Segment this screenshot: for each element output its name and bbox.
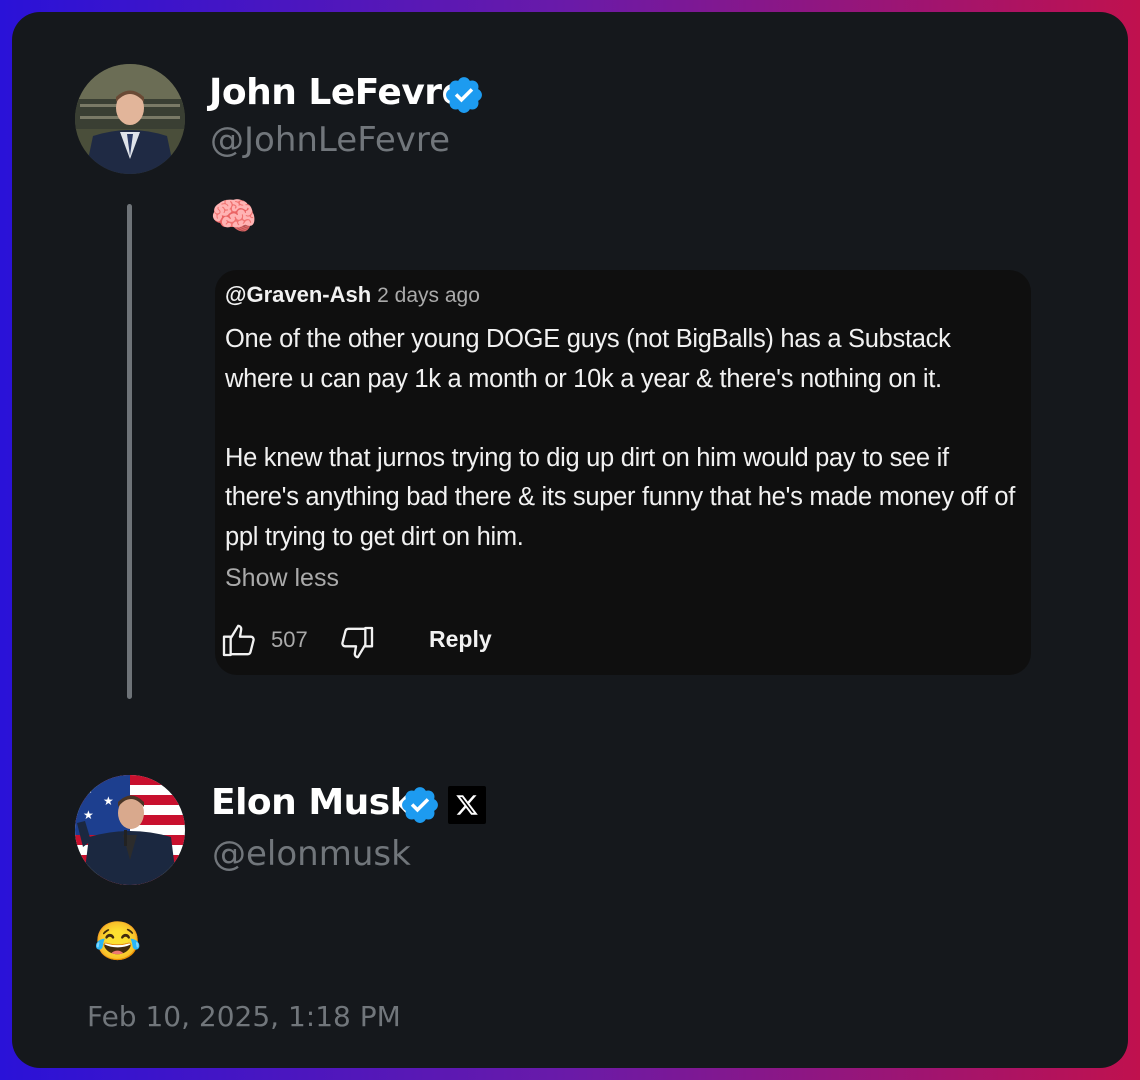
author-name[interactable]: Elon Musk <box>211 782 414 823</box>
svg-text:★: ★ <box>103 794 114 808</box>
author-handle[interactable]: @JohnLeFevre <box>210 120 450 160</box>
comment-body: One of the other young DOGE guys (not Bi… <box>225 320 1025 557</box>
svg-text:★: ★ <box>83 782 94 796</box>
thread-connector <box>127 204 132 699</box>
comment-paragraph: He knew that jurnos trying to dig up dir… <box>225 443 1015 551</box>
author-handle[interactable]: @elonmusk <box>212 834 411 874</box>
comment-paragraph: One of the other young DOGE guys (not Bi… <box>225 325 951 393</box>
embedded-comment-screenshot[interactable]: @Graven-Ash 2 days ago One of the other y… <box>215 270 1031 675</box>
x-logo-icon <box>448 786 486 824</box>
reply-button: Reply <box>429 626 492 652</box>
avatar-elon-musk[interactable]: ★ ★ ★ <box>75 775 185 885</box>
post-card: John LeFevre @JohnLeFevre 🧠 @Graven-Ash 2… <box>12 12 1128 1068</box>
thumbs-down-icon <box>341 626 374 659</box>
like-count: 507 <box>271 627 308 652</box>
post-timestamp[interactable]: Feb 10, 2025, 1:18 PM <box>87 1000 401 1033</box>
avatar-john-lefevre[interactable] <box>75 64 185 174</box>
show-less-link: Show less <box>225 564 339 592</box>
verified-badge-icon <box>402 787 438 823</box>
comment-author: @Graven-Ash <box>225 282 372 307</box>
avatar-photo: ★ ★ ★ <box>75 775 185 885</box>
author-name[interactable]: John LeFevre <box>209 72 466 113</box>
verified-badge-icon <box>446 77 482 113</box>
comment-time: 2 days ago <box>377 284 480 307</box>
thumbs-up-icon <box>222 624 255 657</box>
laughing-emoji: 😂 <box>94 921 142 963</box>
svg-text:★: ★ <box>83 808 94 822</box>
brain-emoji: 🧠 <box>210 196 258 238</box>
comment-header: @Graven-Ash 2 days ago <box>225 282 480 308</box>
avatar-photo <box>75 64 185 174</box>
